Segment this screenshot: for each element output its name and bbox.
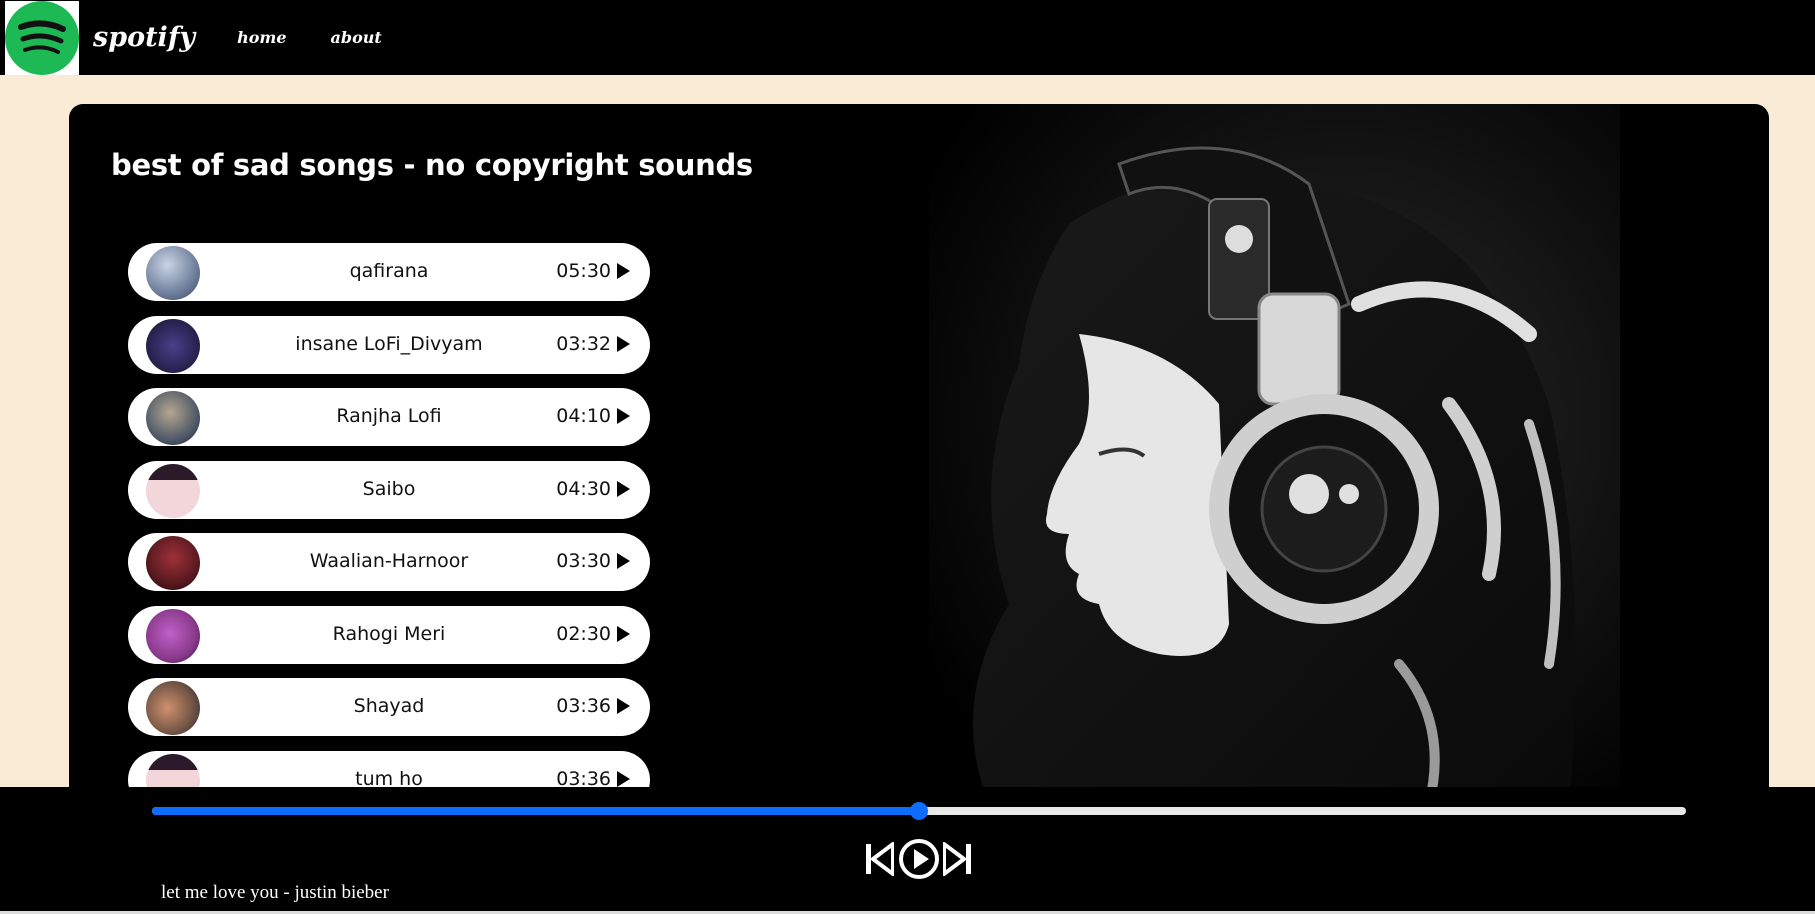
nav-link-about[interactable]: about [331, 28, 382, 47]
main-container: best of sad songs - no copyright sounds … [69, 104, 1769, 804]
song-duration-text: 02:30 [556, 622, 611, 645]
nav-link-home[interactable]: home [237, 28, 286, 47]
song-duration-text: 03:32 [556, 332, 611, 355]
song-duration-text: 05:30 [556, 260, 611, 282]
playlist-title: best of sad songs - no copyright sounds [111, 148, 753, 182]
song-item[interactable]: Ranjha Lofi 04:10 [128, 388, 650, 446]
spotify-logo[interactable] [5, 0, 79, 75]
song-list: qafirana 05:30 insane LoFi_Divyam 03:32 … [128, 243, 650, 804]
song-duration: 05:30 [556, 260, 630, 282]
previous-icon[interactable] [866, 842, 894, 876]
song-item[interactable]: qafirana 05:30 [128, 243, 650, 301]
play-pause-icon[interactable] [898, 838, 940, 880]
song-item[interactable]: Saibo 04:30 [128, 460, 650, 519]
navbar: spotify home about [0, 0, 1815, 75]
progress-fill [152, 807, 919, 815]
song-duration-text: 03:30 [556, 550, 611, 572]
song-item[interactable]: insane LoFi_Divyam 03:32 [128, 315, 650, 374]
playback-controls [866, 838, 971, 880]
progress-slider[interactable] [152, 802, 1686, 820]
song-duration: 03:36 [556, 695, 630, 717]
play-icon[interactable] [617, 625, 630, 642]
next-icon[interactable] [943, 842, 971, 876]
spotify-logo-icon [5, 0, 79, 75]
progress-thumb[interactable] [910, 802, 928, 820]
song-item[interactable]: Waalian-Harnoor 03:30 [128, 533, 650, 591]
now-playing-text: let me love you - justin bieber [161, 882, 389, 903]
play-icon[interactable] [617, 408, 630, 424]
song-duration: 02:30 [556, 623, 630, 645]
song-item[interactable]: Shayad 03:36 [128, 678, 650, 736]
song-duration: 03:30 [556, 550, 630, 572]
play-icon[interactable] [617, 698, 630, 714]
song-duration-text: 04:30 [556, 477, 611, 500]
cover-art-image [929, 104, 1620, 804]
brand-name[interactable]: spotify [93, 22, 195, 53]
song-duration-text: 04:10 [556, 405, 611, 427]
play-icon[interactable] [617, 335, 630, 352]
player-bar: let me love you - justin bieber [0, 787, 1815, 914]
song-duration-text: 03:36 [556, 695, 611, 717]
play-icon[interactable] [617, 263, 630, 279]
song-item[interactable]: Rahogi Meri 02:30 [128, 605, 650, 664]
song-duration: 04:30 [556, 478, 630, 500]
play-icon[interactable] [617, 553, 630, 569]
play-icon[interactable] [617, 480, 630, 497]
play-icon[interactable] [617, 770, 630, 787]
song-duration: 03:32 [556, 333, 630, 355]
song-duration: 04:10 [556, 405, 630, 427]
